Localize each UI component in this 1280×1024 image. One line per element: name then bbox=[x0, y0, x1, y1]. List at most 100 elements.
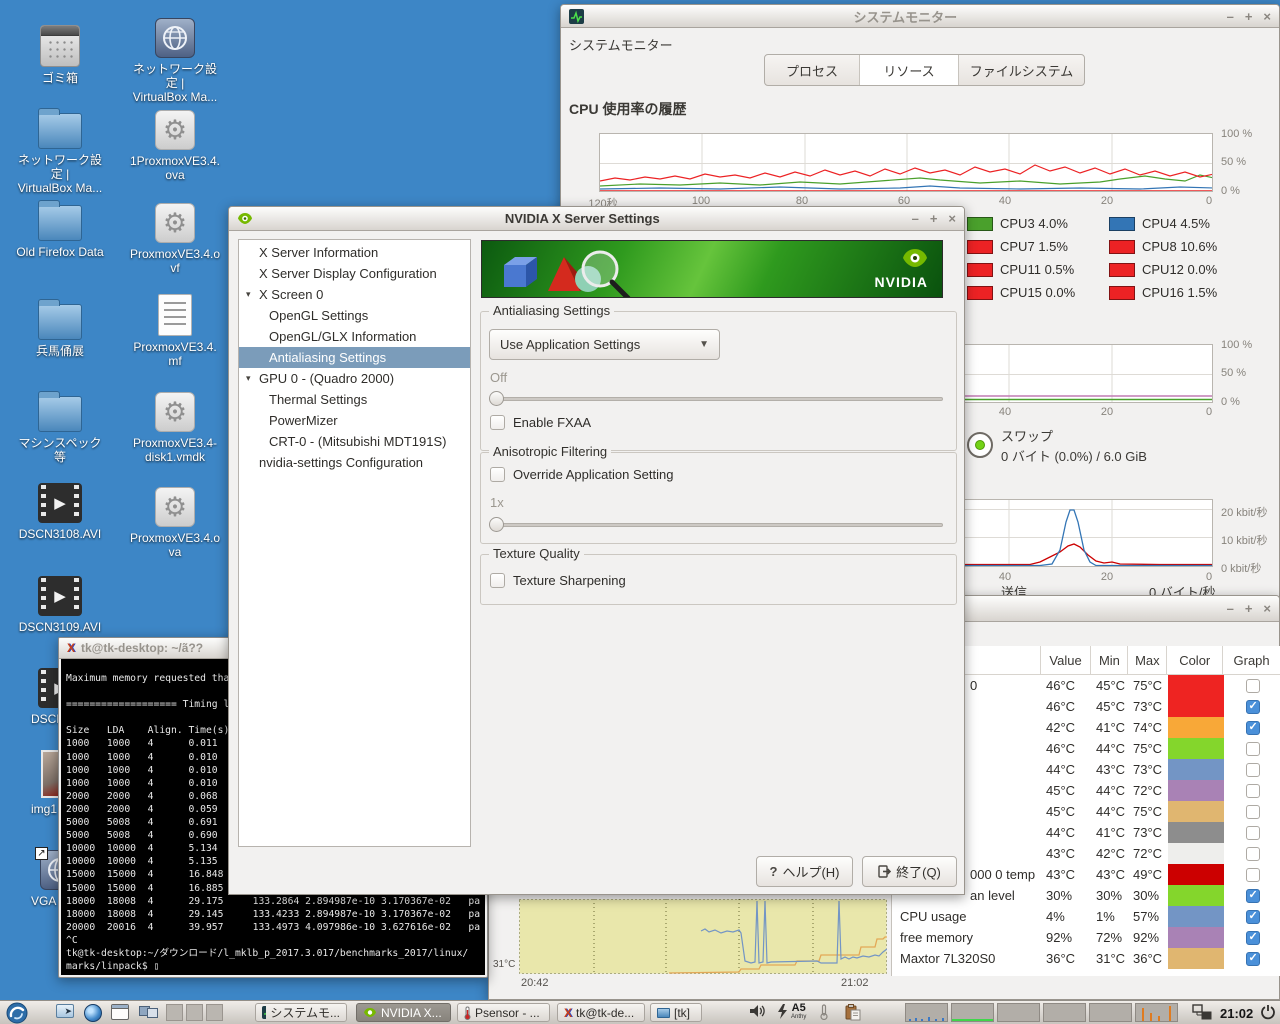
applet-net-graph[interactable] bbox=[905, 1003, 948, 1022]
desktop-icon-heibayou[interactable]: 兵馬俑展 bbox=[13, 296, 107, 358]
desktop-icon-trash[interactable]: ゴミ箱 bbox=[13, 25, 107, 85]
system-monitor-titlebar[interactable]: システムモニター – + × bbox=[561, 5, 1279, 28]
network-icon[interactable] bbox=[1192, 1004, 1212, 1020]
applet-cpu-graph[interactable] bbox=[951, 1003, 994, 1022]
applet-cell[interactable] bbox=[997, 1003, 1040, 1022]
override-checkbox[interactable] bbox=[490, 467, 505, 482]
col-max[interactable]: Max bbox=[1128, 646, 1167, 674]
terminal-launcher[interactable] bbox=[111, 1004, 129, 1020]
tree-item-xserver-info[interactable]: X Server Information bbox=[239, 242, 470, 263]
col-value[interactable]: Value bbox=[1041, 646, 1092, 674]
desktop-icon-old-firefox[interactable]: Old Firefox Data bbox=[13, 197, 107, 259]
desktop-icon-ovf[interactable]: ⚙ ProxmoxVE3.4.o vf bbox=[128, 203, 222, 275]
input-method-icon[interactable]: A5 Anthy bbox=[791, 1003, 806, 1020]
minimize-button[interactable]: – bbox=[1227, 602, 1234, 615]
tree-item-thermal[interactable]: Thermal Settings bbox=[239, 389, 470, 410]
col-graph[interactable]: Graph bbox=[1223, 646, 1280, 674]
panel-cell[interactable] bbox=[186, 1004, 203, 1021]
desktop-icon-mf[interactable]: ProxmoxVE3.4. mf bbox=[128, 294, 222, 368]
tab-filesystems[interactable]: ファイルシステム bbox=[959, 55, 1084, 85]
desktop-icon-dscn3108[interactable]: ▶ DSCN3108.AVI bbox=[13, 483, 107, 541]
fxaa-checkbox[interactable] bbox=[490, 415, 505, 430]
taskbar-button-sysmon[interactable]: システムモ... bbox=[255, 1003, 347, 1022]
panel-cell[interactable] bbox=[206, 1004, 223, 1021]
clipboard-icon[interactable] bbox=[845, 1004, 861, 1021]
graph-checkbox[interactable] bbox=[1246, 910, 1260, 924]
tree-item-nvidia-settings-config[interactable]: nvidia-settings Configuration bbox=[239, 452, 470, 473]
graph-checkbox[interactable] bbox=[1246, 763, 1260, 777]
quit-button[interactable]: 終了(Q) bbox=[862, 856, 957, 887]
maximize-button[interactable]: + bbox=[1245, 10, 1253, 23]
maximize-button[interactable]: + bbox=[1245, 602, 1253, 615]
override-app-setting-row[interactable]: Override Application Setting bbox=[490, 467, 673, 482]
psensor-tray-icon[interactable] bbox=[820, 1004, 828, 1020]
app-menu-label[interactable]: システムモニター bbox=[569, 35, 673, 54]
nvidia-titlebar[interactable]: NVIDIA X Server Settings – + × bbox=[229, 207, 964, 231]
af-slider-handle[interactable] bbox=[489, 517, 504, 532]
panel-cell[interactable] bbox=[166, 1004, 183, 1021]
af-slider-track[interactable] bbox=[491, 523, 943, 527]
taskbar-button-xterm[interactable]: X tk@tk-de... bbox=[557, 1003, 645, 1022]
aa-slider-handle[interactable] bbox=[489, 391, 504, 406]
taskbar-button-psensor[interactable]: Psensor - ... bbox=[457, 1003, 550, 1022]
col-color[interactable]: Color bbox=[1167, 646, 1223, 674]
power-manager-icon[interactable] bbox=[777, 1004, 788, 1019]
graph-checkbox[interactable] bbox=[1246, 805, 1260, 819]
tree-item-powermizer[interactable]: PowerMizer bbox=[239, 410, 470, 431]
col-min[interactable]: Min bbox=[1091, 646, 1128, 674]
tree-item-xscreen0[interactable]: ▾X Screen 0 bbox=[239, 284, 470, 305]
graph-checkbox[interactable] bbox=[1246, 952, 1260, 966]
close-button[interactable]: × bbox=[1263, 10, 1271, 23]
applet-cell[interactable] bbox=[1043, 1003, 1086, 1022]
help-button[interactable]: ? ヘルプ(H) bbox=[756, 856, 853, 887]
texture-sharpening-row[interactable]: Texture Sharpening bbox=[490, 573, 626, 588]
desktop-icon-machine-spec[interactable]: マシンスペック等 bbox=[13, 388, 107, 464]
texture-sharpening-checkbox[interactable] bbox=[490, 573, 505, 588]
graph-checkbox[interactable] bbox=[1246, 889, 1260, 903]
clock[interactable]: 21:02 bbox=[1220, 1006, 1253, 1021]
graph-checkbox[interactable] bbox=[1246, 721, 1260, 735]
volume-icon[interactable] bbox=[749, 1004, 767, 1018]
graph-checkbox[interactable] bbox=[1246, 679, 1260, 693]
tab-processes[interactable]: プロセス bbox=[765, 55, 860, 85]
applet-temp-bars[interactable] bbox=[1135, 1003, 1178, 1022]
graph-checkbox[interactable] bbox=[1246, 700, 1260, 714]
antialiasing-mode-dropdown[interactable]: Use Application Settings ▼ bbox=[489, 329, 720, 360]
graph-checkbox[interactable] bbox=[1246, 931, 1260, 945]
sensor-row[interactable]: CPU usage4%1%57% bbox=[892, 906, 1280, 927]
workspace-pager[interactable] bbox=[139, 1004, 158, 1018]
expander-icon[interactable]: ▾ bbox=[246, 368, 251, 389]
taskbar-button-nvidia[interactable]: NVIDIA X... bbox=[356, 1003, 451, 1022]
desktop-icon-ova1[interactable]: ⚙ 1ProxmoxVE3.4. ova bbox=[128, 110, 222, 182]
minimize-button[interactable]: – bbox=[1227, 10, 1234, 23]
graph-checkbox[interactable] bbox=[1246, 784, 1260, 798]
power-button-icon[interactable] bbox=[1260, 1004, 1276, 1020]
maximize-button[interactable]: + bbox=[930, 212, 938, 225]
graph-checkbox[interactable] bbox=[1246, 868, 1260, 882]
desktop-icon-ova2[interactable]: ⚙ ProxmoxVE3.4.o va bbox=[128, 487, 222, 559]
tree-item-glx-info[interactable]: OpenGL/GLX Information bbox=[239, 326, 470, 347]
sensor-row[interactable]: free memory92%72%92% bbox=[892, 927, 1280, 948]
tree-item-antialiasing[interactable]: Antialiasing Settings bbox=[239, 347, 470, 368]
close-button[interactable]: × bbox=[948, 212, 956, 225]
web-browser-launcher[interactable] bbox=[84, 1004, 102, 1022]
start-menu-button[interactable] bbox=[6, 1002, 28, 1024]
sensor-row[interactable]: Maxtor 7L320S036°C31°C36°C bbox=[892, 948, 1280, 969]
expander-icon[interactable]: ▾ bbox=[246, 284, 251, 305]
close-button[interactable]: × bbox=[1263, 602, 1271, 615]
desktop-icon-network-folder[interactable]: ネットワーク設定 | VirtualBox Ma... bbox=[13, 105, 107, 195]
minimize-button[interactable]: – bbox=[912, 212, 919, 225]
desktop-icon-network-settings[interactable]: ネットワーク設定 | VirtualBox Ma... bbox=[128, 18, 222, 104]
tree-item-display-config[interactable]: X Server Display Configuration bbox=[239, 263, 470, 284]
file-manager-launcher[interactable]: ➤ bbox=[56, 1004, 74, 1018]
graph-checkbox[interactable] bbox=[1246, 826, 1260, 840]
tab-resources[interactable]: リソース bbox=[860, 55, 959, 85]
tree-item-opengl-settings[interactable]: OpenGL Settings bbox=[239, 305, 470, 326]
applet-cell[interactable] bbox=[1089, 1003, 1132, 1022]
graph-checkbox[interactable] bbox=[1246, 847, 1260, 861]
desktop-icon-dscn3109[interactable]: ▶ DSCN3109.AVI bbox=[13, 576, 107, 634]
aa-slider-track[interactable] bbox=[491, 397, 943, 401]
enable-fxaa-row[interactable]: Enable FXAA bbox=[490, 415, 591, 430]
graph-checkbox[interactable] bbox=[1246, 742, 1260, 756]
tree-item-gpu0[interactable]: ▾GPU 0 - (Quadro 2000) bbox=[239, 368, 470, 389]
